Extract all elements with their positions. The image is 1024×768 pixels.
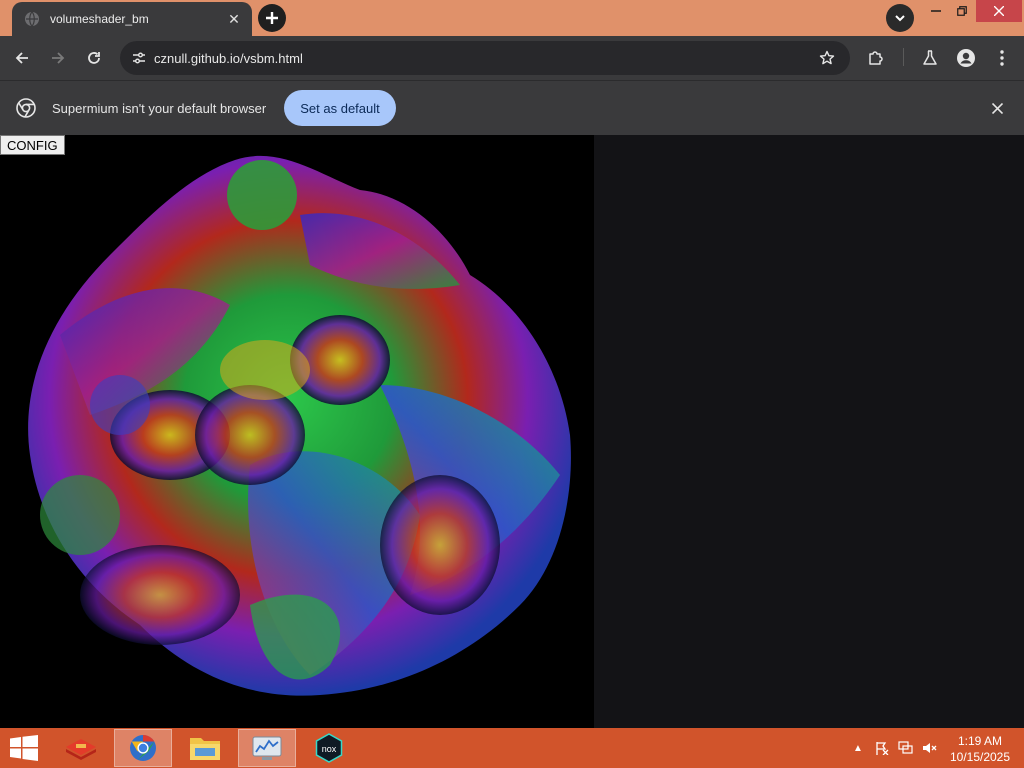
reload-icon [88,52,100,64]
svg-text:nox: nox [322,744,337,754]
close-window-button[interactable] [976,0,1022,22]
minimize-button[interactable] [924,0,948,22]
show-hidden-icons-icon[interactable]: ▲ [850,740,866,756]
system-clock[interactable]: 1:19 AM 10/15/2025 [944,733,1016,765]
clock-date: 10/15/2025 [949,750,1011,764]
default-browser-infobar: Supermium isn't your default browser Set… [0,80,1024,135]
supermium-browser-icon [130,734,156,761]
extensions-button[interactable] [862,44,890,72]
profile-button[interactable] [952,44,980,72]
reload-button[interactable] [80,44,108,72]
stack-app-icon [66,739,96,760]
browser-window: volumeshader_bm ✕ cznull.github.io/vsbm.… [0,0,1024,768]
site-settings-icon[interactable] [128,47,150,69]
page-content: CONFIG [0,135,1024,728]
network-icon[interactable] [898,740,914,756]
taskbar-app-1[interactable] [52,729,110,767]
set-as-default-button[interactable]: Set as default [284,90,396,126]
browser-toolbar: cznull.github.io/vsbm.html [0,36,1024,80]
restore-button[interactable] [950,0,974,22]
plus-icon [266,12,278,24]
url-text: cznull.github.io/vsbm.html [154,50,303,66]
volume-muted-icon[interactable] [922,740,938,756]
windows-taskbar: nox ▲ 1:19 AM 10/15/2025 [0,728,1024,768]
flask-icon [923,50,937,65]
taskbar-app-2[interactable] [114,729,172,767]
config-button[interactable]: CONFIG [0,135,65,155]
nox-player-icon: nox [315,733,343,763]
arrow-right-icon [52,52,65,64]
tab-strip: volumeshader_bm ✕ [0,0,1024,36]
infobar-message: Supermium isn't your default browser [52,101,267,116]
back-button[interactable] [8,44,36,72]
labs-button[interactable] [916,44,944,72]
clock-time: 1:19 AM [957,734,1003,748]
chevron-down-icon [895,15,905,22]
globe-icon [25,11,39,27]
resource-monitor-icon [252,736,282,760]
menu-button[interactable] [988,44,1016,72]
close-tab-icon[interactable]: ✕ [224,9,244,29]
action-center-flag-icon[interactable] [874,740,890,756]
taskbar-app-3[interactable] [176,729,234,767]
bookmark-star-icon[interactable] [814,45,840,71]
tab-volumeshader[interactable]: volumeshader_bm ✕ [12,2,252,36]
avatar-icon [957,49,975,67]
taskbar-app-5[interactable]: nox [300,729,358,767]
taskbar-app-4[interactable] [238,729,296,767]
restore-icon [957,6,967,16]
start-button[interactable] [0,729,48,767]
close-infobar-icon[interactable] [986,97,1008,119]
toolbar-separator [903,48,904,66]
tab-title: volumeshader_bm [50,12,149,26]
forward-button[interactable] [44,44,72,72]
arrow-left-icon [15,52,28,64]
file-explorer-icon [190,738,220,760]
address-bar[interactable]: cznull.github.io/vsbm.html [120,41,850,75]
new-tab-button[interactable] [258,4,286,32]
minimize-icon [931,10,941,12]
supermium-logo-icon [16,98,36,118]
puzzle-icon [869,51,883,65]
fractal-render-image [28,155,571,696]
kebab-menu-icon [1000,50,1004,66]
windows-logo-icon [10,735,38,761]
tab-search-button[interactable] [886,4,914,32]
volume-shader-canvas[interactable]: CONFIG [0,135,594,728]
close-icon [994,6,1004,16]
